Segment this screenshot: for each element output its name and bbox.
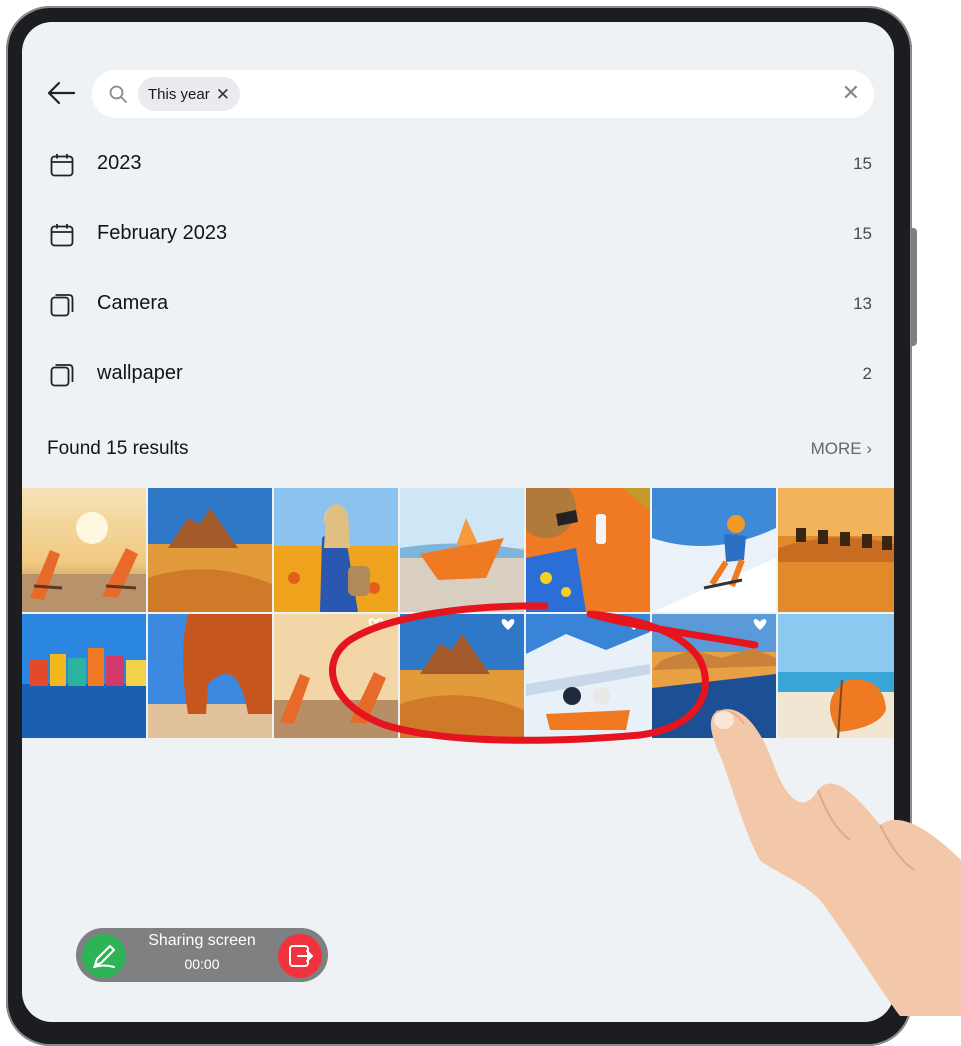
photo-thumbnail[interactable] (652, 614, 776, 738)
photo-thumbnail[interactable] (22, 614, 146, 738)
photo-thumbnail[interactable] (400, 488, 524, 612)
photo-grid (22, 488, 894, 740)
suggestion-label: February 2023 (97, 222, 228, 244)
photo-thumbnail[interactable] (778, 488, 894, 612)
suggestion-row-2023[interactable]: 2023 15 (22, 130, 894, 200)
filter-chip-label: This year (148, 85, 210, 103)
photo-thumbnail[interactable] (22, 488, 146, 612)
search-field[interactable]: This year ✕ ✕ (92, 70, 874, 118)
photo-thumbnail[interactable] (652, 488, 776, 612)
photo-thumbnail[interactable] (274, 614, 398, 738)
suggestion-count: 15 (853, 154, 872, 173)
photo-thumbnail[interactable] (778, 614, 894, 738)
gallery-search-screen: This year ✕ ✕ 2023 15 February 2023 15 C… (22, 22, 894, 1022)
photo-thumbnail[interactable] (274, 488, 398, 612)
annotate-button[interactable] (82, 934, 126, 978)
suggestion-row-february-2023[interactable]: February 2023 15 (22, 200, 894, 270)
suggestion-count: 2 (862, 364, 872, 383)
clear-search-icon[interactable]: ✕ (842, 82, 860, 104)
chip-remove-icon[interactable]: ✕ (216, 86, 230, 103)
suggestion-label: Camera (97, 292, 169, 314)
chevron-right-icon: › (866, 439, 872, 458)
sharing-timer: 00:00 (184, 956, 220, 972)
album-icon (50, 294, 74, 317)
album-icon (50, 364, 74, 387)
suggestion-label: wallpaper (97, 362, 183, 384)
calendar-icon (50, 154, 74, 177)
more-link[interactable]: MORE › (811, 439, 872, 459)
pen-icon (93, 945, 115, 968)
screen-sharing-pill: Sharing screen 00:00 (76, 928, 328, 982)
filter-chip-this-year[interactable]: This year ✕ (138, 77, 240, 111)
suggestion-row-camera[interactable]: Camera 13 (22, 270, 894, 340)
photo-thumbnail[interactable] (148, 614, 272, 738)
search-bar-row: This year ✕ ✕ (22, 68, 894, 120)
sharing-title: Sharing screen (148, 932, 256, 949)
photo-thumbnail[interactable] (526, 614, 650, 738)
photo-thumbnail[interactable] (400, 614, 524, 738)
photo-thumbnail[interactable] (526, 488, 650, 612)
stop-sharing-button[interactable] (278, 934, 322, 978)
suggestion-row-wallpaper[interactable]: wallpaper 2 (22, 340, 894, 410)
back-arrow-icon[interactable] (46, 80, 76, 106)
suggestion-count: 15 (853, 224, 872, 243)
results-heading: Found 15 results (47, 438, 189, 459)
exit-icon (289, 945, 313, 967)
side-button (911, 228, 917, 346)
suggestion-label: 2023 (97, 152, 142, 174)
calendar-icon (50, 224, 74, 247)
photo-thumbnail[interactable] (148, 488, 272, 612)
suggestion-count: 13 (853, 294, 872, 313)
search-icon (109, 85, 127, 103)
more-label: MORE (810, 439, 862, 458)
